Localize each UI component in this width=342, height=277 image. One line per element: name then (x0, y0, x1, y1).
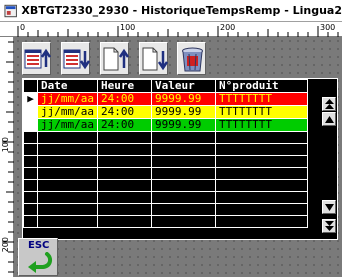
scroll-top-button[interactable] (322, 97, 336, 111)
page-up-button[interactable] (100, 42, 129, 75)
double-up-arrow-icon (325, 99, 334, 109)
horizontal-ruler: 0 100 200 300 (0, 22, 342, 37)
cell-heure: 24:00 (96, 92, 152, 106)
list-down-arrow-icon (63, 49, 90, 70)
cell-produit: TTTTTTTT (214, 105, 308, 119)
empty-row (23, 155, 308, 168)
cell-produit: TTTTTTTT (214, 92, 308, 106)
row-selector-arrow-icon: ▶ (23, 92, 38, 106)
list-up-arrow-icon (24, 48, 51, 69)
empty-row (23, 215, 308, 228)
cell-heure: 24:00 (96, 105, 152, 119)
cell-date: jj/mm/aa (37, 92, 98, 106)
page-down-button[interactable] (139, 42, 168, 75)
column-header-heure[interactable]: Heure (96, 79, 152, 93)
escape-label: ESC (28, 240, 50, 251)
row-selector (23, 105, 38, 119)
table-row[interactable]: jj/mm/aa 24:00 9999.99 TTTTTTTT (23, 105, 308, 119)
cell-valeur: 9999.99 (150, 118, 216, 132)
page-down-arrow-icon (142, 47, 168, 71)
ruler-mark: 100 (120, 23, 136, 32)
vertical-ruler: 100 200 (0, 37, 14, 277)
down-arrow-icon (325, 204, 334, 211)
empty-row (23, 167, 308, 180)
cell-valeur: 9999.99 (150, 92, 216, 106)
scroll-bottom-button[interactable] (322, 219, 336, 233)
column-header-date[interactable]: Date (37, 79, 98, 93)
empty-row (23, 203, 308, 216)
list-down-button[interactable] (61, 42, 90, 75)
row-selector (23, 118, 38, 132)
selector-header (23, 79, 38, 93)
window-title: XBTGT2330_2930 - HistoriqueTempsRemp - L… (21, 4, 342, 17)
ruler-mark: 300 (320, 23, 336, 32)
ruler-mark: 0 (20, 23, 26, 32)
table-row[interactable]: jj/mm/aa 24:00 9999.99 TTTTTTTT (23, 118, 308, 132)
table-row[interactable]: ▶ jj/mm/aa 24:00 9999.99 TTTTTTTT (23, 92, 308, 106)
table-scrollbar (322, 93, 336, 239)
column-header-valeur[interactable]: Valeur (150, 79, 216, 93)
delete-button[interactable] (177, 42, 206, 75)
scroll-up-button[interactable] (322, 112, 336, 126)
cell-date: jj/mm/aa (37, 118, 98, 132)
empty-row (23, 179, 308, 192)
list-up-button[interactable] (22, 42, 51, 75)
history-table: Date Heure Valeur N°produit ▶ jj/mm/aa 2… (22, 78, 338, 240)
cell-date: jj/mm/aa (37, 105, 98, 119)
cell-heure: 24:00 (96, 118, 152, 132)
double-down-arrow-icon (325, 221, 334, 231)
return-arrow-icon (28, 252, 53, 273)
scroll-down-button[interactable] (322, 200, 336, 214)
empty-row (23, 191, 308, 204)
cell-produit: TTTTTTTT (214, 118, 308, 132)
title-bar: XBTGT2330_2930 - HistoriqueTempsRemp - L… (0, 0, 342, 22)
empty-row (23, 143, 308, 156)
ruler-mark: 200 (220, 23, 236, 32)
column-header-produit[interactable]: N°produit (214, 79, 308, 93)
cell-valeur: 9999.99 (150, 105, 216, 119)
empty-row (23, 131, 308, 144)
app-icon (4, 4, 17, 17)
ruler-mark: 100 (1, 137, 10, 153)
page-up-arrow-icon (103, 47, 129, 71)
ruler-mark: 200 (1, 237, 10, 253)
trash-bin-icon (182, 47, 203, 72)
table-header-row: Date Heure Valeur N°produit (23, 79, 308, 93)
up-arrow-icon (325, 116, 334, 123)
escape-button[interactable]: ESC (18, 238, 58, 276)
